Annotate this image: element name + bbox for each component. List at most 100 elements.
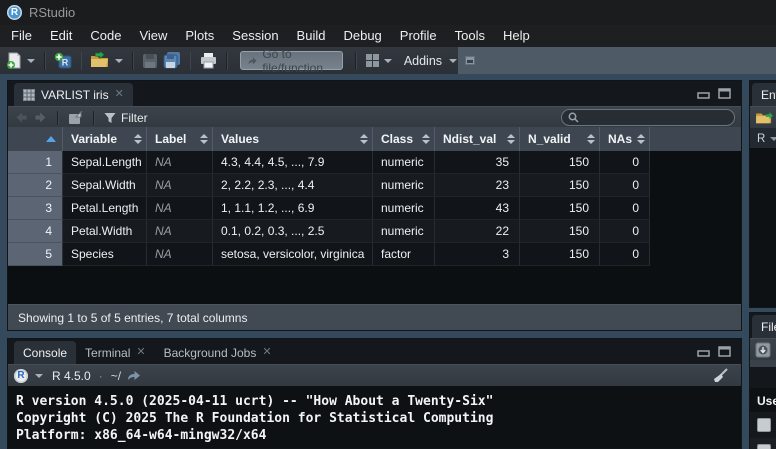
tab-files[interactable]: Files [752, 315, 776, 338]
toolbar-separator [57, 111, 59, 125]
file-checkbox[interactable] [757, 444, 771, 449]
table-cell: 2 [8, 174, 63, 197]
tab-console[interactable]: Console [14, 341, 76, 364]
forward-icon[interactable] [34, 111, 48, 124]
sort-arrows-icon [587, 134, 595, 144]
menu-item-plots[interactable]: Plots [176, 25, 223, 47]
file-checkbox[interactable] [757, 418, 771, 432]
r-version-label[interactable]: R 4.5.0 [52, 369, 91, 383]
files-tabstrip: Files [750, 313, 776, 338]
menu-item-profile[interactable]: Profile [391, 25, 446, 47]
filter-button[interactable]: Filter [104, 111, 148, 125]
separator-dot: · [99, 369, 103, 383]
new-project-button[interactable]: R [54, 52, 73, 70]
chevron-down-icon [449, 59, 457, 63]
file-row[interactable] [750, 412, 776, 438]
goto-directory-icon[interactable] [127, 370, 141, 381]
menu-item-edit[interactable]: Edit [41, 25, 81, 47]
table-cell: 3 [8, 197, 63, 220]
column-header-values[interactable]: Values [213, 127, 373, 151]
console-line: Platform: x86_64-w64-mingw32/x64 [16, 427, 741, 444]
table-cell: factor [373, 243, 435, 266]
console-output[interactable]: R version 4.5.0 (2025-04-11 ucrt) -- "Ho… [8, 386, 741, 448]
tab-environment[interactable]: Environment [752, 83, 776, 106]
save-button[interactable] [142, 53, 158, 69]
menu-item-debug[interactable]: Debug [334, 25, 390, 47]
table-row[interactable]: 2Sepal.WidthNA2, 2.2, 2.3, ..., 4.4numer… [8, 174, 741, 197]
files-action-icon[interactable] [755, 342, 771, 358]
close-icon[interactable]: ✕ [115, 89, 124, 100]
column-header-n_valid[interactable]: N_valid [520, 127, 600, 151]
files-path-strip [750, 360, 776, 367]
menu-item-code[interactable]: Code [81, 25, 130, 47]
menu-item-tools[interactable]: Tools [446, 25, 494, 47]
table-cell: Petal.Width [63, 220, 147, 243]
menu-item-build[interactable]: Build [288, 25, 335, 47]
open-file-button[interactable] [90, 52, 124, 69]
table-cell: 4.3, 4.4, 4.5, ..., 7.9 [213, 151, 373, 174]
clear-console-broom-icon[interactable] [712, 368, 729, 383]
load-workspace-folder-icon[interactable] [755, 110, 774, 125]
file-row[interactable] [750, 438, 776, 449]
varlist-toolbar: Filter [8, 106, 741, 128]
addins-button[interactable]: Addins [398, 54, 458, 68]
app-title: RStudio [29, 5, 75, 20]
table-row[interactable]: 5SpeciesNAsetosa, versicolor, virginicaf… [8, 243, 741, 266]
tab-label: Console [23, 346, 67, 360]
column-header-label[interactable]: Label [147, 127, 213, 151]
table-row[interactable]: 1Sepal.LengthNA4.3, 4.4, 4.5, ..., 7.9nu… [8, 151, 741, 174]
table-search-input[interactable] [561, 109, 735, 126]
column-header-ndist_val[interactable]: Ndist_val [435, 127, 520, 151]
column-header-label: Ndist_val [443, 132, 496, 146]
chevron-down-icon[interactable] [35, 374, 43, 378]
goto-file-function-input[interactable]: Go to file/function [240, 51, 343, 70]
table-status-text: Showing 1 to 5 of 5 entries, 7 total col… [18, 311, 247, 325]
table-cell: 0.1, 0.2, 0.3, ..., 2.5 [213, 220, 373, 243]
toolbar-separator [44, 52, 46, 70]
files-content: Users [750, 388, 776, 448]
close-icon[interactable]: ✕ [262, 347, 271, 358]
environment-language-selector[interactable]: R [750, 128, 776, 149]
tab-varlist-iris[interactable]: VARLIST iris ✕ [14, 83, 133, 106]
maximize-icon[interactable] [718, 88, 731, 99]
table-cell: numeric [373, 197, 435, 220]
table-cell: 23 [435, 174, 520, 197]
tab-background-jobs[interactable]: Background Jobs✕ [155, 341, 281, 364]
table-cell: 150 [520, 151, 600, 174]
print-button[interactable] [199, 52, 218, 69]
table-row[interactable]: 4Petal.WidthNA0.1, 0.2, 0.3, ..., 2.5num… [8, 220, 741, 243]
filter-label: Filter [121, 111, 148, 125]
popout-icon[interactable] [68, 111, 84, 125]
table-row[interactable]: 3Petal.LengthNA1, 1.1, 1.2, ..., 6.9nume… [8, 197, 741, 220]
menu-item-help[interactable]: Help [494, 25, 539, 47]
minimize-icon[interactable] [697, 88, 710, 99]
chevron-down-icon [115, 59, 123, 63]
tab-terminal[interactable]: Terminal✕ [76, 341, 155, 364]
column-header-class[interactable]: Class [373, 127, 435, 151]
minimize-icon[interactable] [697, 346, 710, 357]
maximize-icon[interactable] [718, 346, 731, 357]
open-folder-icon [90, 52, 111, 69]
back-icon[interactable] [14, 111, 28, 124]
menu-item-file[interactable]: File [2, 25, 41, 47]
table-cell: NA [147, 243, 213, 266]
table-cell: 2, 2.2, 2.3, ..., 4.4 [213, 174, 373, 197]
console-pane: ConsoleTerminal✕Background Jobs✕ R R 4.5… [7, 338, 742, 449]
column-header-rownum[interactable] [8, 127, 63, 151]
pane-layout-button[interactable] [365, 53, 393, 68]
table-cell: 150 [520, 174, 600, 197]
mini-window-icon [465, 56, 475, 65]
menu-item-session[interactable]: Session [223, 25, 287, 47]
save-all-button[interactable] [163, 52, 182, 69]
column-header-variable[interactable]: Variable [63, 127, 147, 151]
table-cell: 150 [520, 220, 600, 243]
new-file-button[interactable] [6, 52, 36, 70]
close-icon[interactable]: ✕ [136, 347, 145, 358]
table-body: 1Sepal.LengthNA4.3, 4.4, 4.5, ..., 7.9nu… [8, 151, 741, 266]
main-toolbar-controls: R [0, 47, 458, 74]
menu-item-view[interactable]: View [130, 25, 176, 47]
console-line: Copyright (C) 2025 The R Foundation for … [16, 410, 741, 427]
column-header-nas[interactable]: NAs [600, 127, 650, 151]
column-header-label: N_valid [528, 132, 571, 146]
data-grid-icon [23, 89, 35, 101]
